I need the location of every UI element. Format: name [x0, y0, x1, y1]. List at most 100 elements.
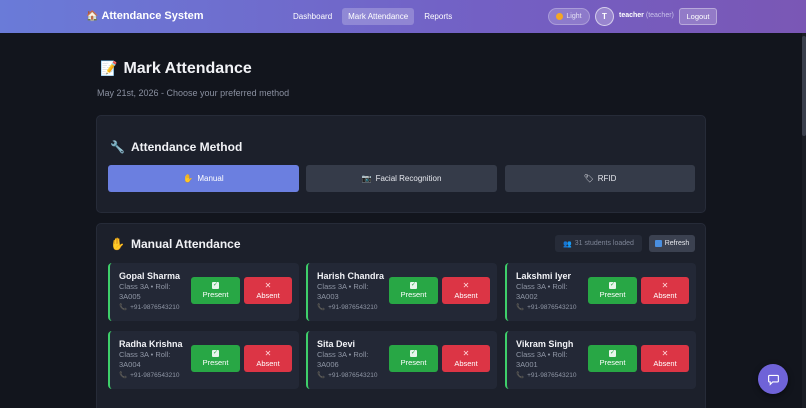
- method-facial-label: Facial Recognition: [375, 174, 442, 183]
- student-phone-number: +91-9876543210: [527, 304, 577, 311]
- present-button[interactable]: ✓ Present: [389, 277, 438, 304]
- present-button[interactable]: ✓ Present: [191, 277, 240, 304]
- manual-attendance-card: ✋ Manual Attendance 👥 31 students loaded R…: [96, 223, 706, 408]
- refresh-icon: [654, 240, 662, 247]
- student-card: Sita Devi Class 3A • Roll: 3A006 📞 +91-9876…: [306, 331, 497, 389]
- student-name: Radha Krishna: [119, 339, 183, 349]
- present-label: Present: [599, 290, 626, 299]
- present-button[interactable]: ✓ Present: [588, 277, 637, 304]
- absent-label: Absent: [256, 358, 280, 368]
- theme-toggle-label: Light: [566, 13, 582, 20]
- brand[interactable]: 🏠 Attendance System: [86, 10, 204, 22]
- nav-reports[interactable]: Reports: [418, 8, 458, 25]
- page-title-text: Mark Attendance: [123, 60, 252, 77]
- manual-title-text: Manual Attendance: [130, 237, 241, 251]
- student-name: Harish Chandra: [317, 271, 385, 281]
- student-class-roll: Class 3A • Roll: 3A003: [317, 282, 369, 301]
- page-title: 📝 Mark Attendance: [100, 60, 252, 78]
- phone-icon: 📞: [317, 372, 326, 379]
- method-rfid-label: RFID: [597, 174, 617, 183]
- student-name: Gopal Sharma: [119, 271, 181, 281]
- absent-button[interactable]: ✕ Absent: [244, 277, 292, 304]
- user-label: teacher (teacher): [619, 12, 674, 19]
- student-phone: 📞 +91-9876543210: [119, 371, 179, 379]
- phone-icon: 📞: [119, 372, 128, 379]
- check-icon: ✓: [212, 350, 219, 357]
- camera-icon: 📷: [361, 174, 372, 183]
- student-phone-number: +91-9876543210: [130, 304, 180, 311]
- method-facial-recognition-button[interactable]: 📷 Facial Recognition: [306, 165, 497, 192]
- student-phone-number: +91-9876543210: [527, 372, 577, 379]
- student-class-roll: Class 3A • Roll: 3A006: [317, 350, 369, 369]
- tag-icon: 🏷: [583, 174, 594, 183]
- close-icon: ✕: [661, 280, 669, 290]
- top-navbar: 🏠 Attendance System Dashboard Mark Attend…: [0, 0, 806, 33]
- absent-label: Absent: [454, 290, 478, 300]
- main-nav: Dashboard Mark Attendance Reports: [287, 8, 458, 25]
- student-card: Harish Chandra Class 3A • Roll: 3A003 📞 +91…: [306, 263, 497, 321]
- students-loaded-badge: 👥 31 students loaded: [555, 235, 642, 252]
- student-class-roll: Class 3A • Roll: 3A002: [516, 282, 568, 301]
- absent-label: Absent: [653, 290, 677, 300]
- check-icon: ✓: [609, 350, 616, 357]
- students-loaded-text: 31 students loaded: [574, 240, 634, 247]
- close-icon: ✕: [462, 348, 470, 358]
- student-phone-number: +91-9876543210: [328, 372, 378, 379]
- user-role: (teacher): [645, 12, 674, 19]
- student-card: Lakshmi Iyer Class 3A • Roll: 3A002 📞 +91-9…: [505, 263, 696, 321]
- close-icon: ✕: [462, 280, 470, 290]
- theme-toggle-button[interactable]: Light: [548, 8, 590, 25]
- student-phone: 📞 +91-9876543210: [317, 371, 377, 379]
- student-phone: 📞 +91-9876543210: [119, 303, 179, 311]
- present-label: Present: [400, 358, 427, 367]
- phone-icon: 📞: [516, 304, 525, 311]
- nav-dashboard[interactable]: Dashboard: [287, 8, 338, 25]
- logout-button[interactable]: Logout: [679, 8, 717, 25]
- student-phone-number: +91-9876543210: [328, 304, 378, 311]
- chat-button[interactable]: [758, 364, 788, 394]
- absent-button[interactable]: ✕ Absent: [641, 345, 689, 372]
- method-rfid-button[interactable]: 🏷 RFID: [505, 165, 695, 192]
- sun-icon: [556, 13, 564, 20]
- student-card: Radha Krishna Class 3A • Roll: 3A004 📞 +91-…: [108, 331, 299, 389]
- student-phone: 📞 +91-9876543210: [317, 303, 377, 311]
- present-label: Present: [599, 358, 626, 367]
- close-icon: ✕: [264, 348, 272, 358]
- student-phone-number: +91-9876543210: [130, 372, 180, 379]
- student-class-roll: Class 3A • Roll: 3A004: [119, 350, 171, 369]
- student-name: Vikram Singh: [516, 339, 574, 349]
- absent-button[interactable]: ✕ Absent: [641, 277, 689, 304]
- users-icon: 👥: [563, 240, 572, 248]
- absent-button[interactable]: ✕ Absent: [442, 277, 490, 304]
- absent-button[interactable]: ✕ Absent: [244, 345, 292, 372]
- nav-mark-attendance[interactable]: Mark Attendance: [342, 8, 415, 25]
- absent-button[interactable]: ✕ Absent: [442, 345, 490, 372]
- absent-label: Absent: [653, 358, 677, 368]
- page-scrollbar-thumb[interactable]: [802, 36, 806, 136]
- present-button[interactable]: ✓ Present: [389, 345, 438, 372]
- present-button[interactable]: ✓ Present: [588, 345, 637, 372]
- student-name: Sita Devi: [317, 339, 356, 349]
- attendance-method-card: 🔧 Attendance Method ✋ Manual 📷 Facial Recog…: [96, 115, 706, 213]
- student-name: Lakshmi Iyer: [516, 271, 572, 281]
- check-icon: ✓: [609, 282, 616, 289]
- hand-icon: ✋: [183, 174, 194, 183]
- method-manual-button[interactable]: ✋ Manual: [108, 165, 299, 192]
- student-class-roll: Class 3A • Roll: 3A001: [516, 350, 568, 369]
- method-title-text: Attendance Method: [130, 140, 243, 154]
- house-icon: 🏠: [86, 11, 99, 22]
- avatar[interactable]: T: [595, 7, 614, 26]
- student-card: Gopal Sharma Class 3A • Roll: 3A005 📞 +91-9…: [108, 263, 299, 321]
- close-icon: ✕: [661, 348, 669, 358]
- present-label: Present: [202, 358, 229, 367]
- student-phone: 📞 +91-9876543210: [516, 371, 576, 379]
- student-phone: 📞 +91-9876543210: [516, 303, 576, 311]
- present-button[interactable]: ✓ Present: [191, 345, 240, 372]
- close-icon: ✕: [264, 280, 272, 290]
- refresh-button[interactable]: Refresh: [649, 235, 695, 252]
- check-icon: ✓: [410, 350, 417, 357]
- memo-icon: 📝: [100, 60, 118, 76]
- wrench-icon: 🔧: [110, 140, 125, 154]
- present-label: Present: [400, 290, 427, 299]
- phone-icon: 📞: [317, 304, 326, 311]
